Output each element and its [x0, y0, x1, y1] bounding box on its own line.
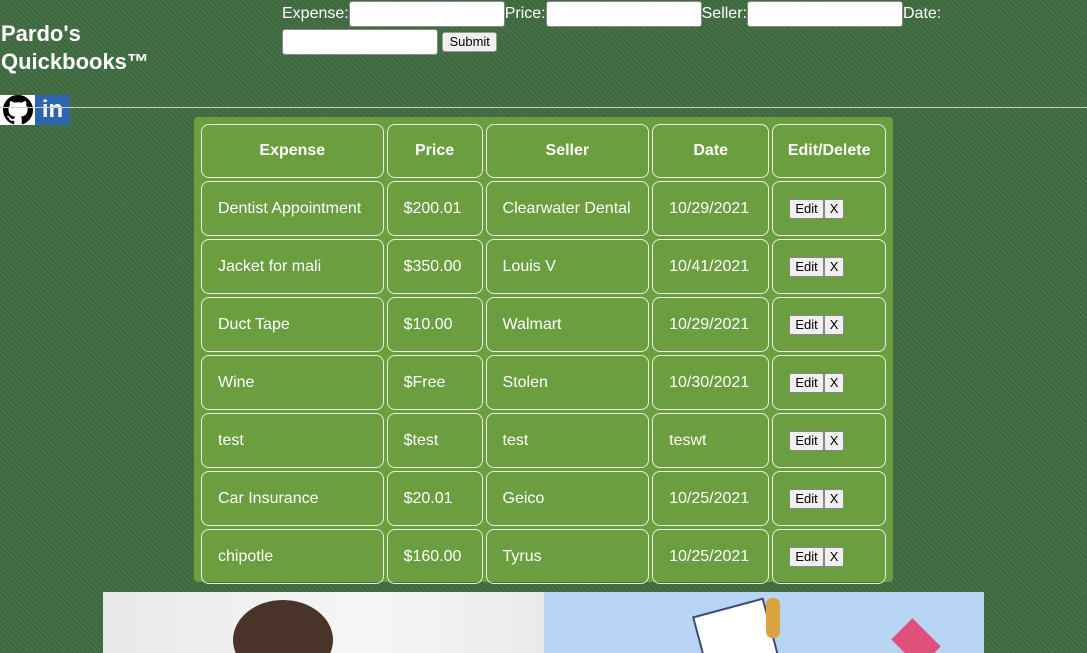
seller-cell: Walmart [485, 297, 650, 352]
delete-button[interactable]: X [823, 488, 845, 509]
expense-cell: Dentist Appointment [201, 181, 384, 236]
expense-cell: Jacket for mali [201, 239, 384, 294]
header-price: Price [386, 124, 483, 178]
github-icon[interactable] [0, 95, 35, 125]
expense-form: Expense: Price: Seller: Date: Submit [282, 0, 1082, 56]
table-row: Dentist Appointment $200.01 Clearwater Den… [201, 181, 886, 236]
expense-cell: test [201, 413, 384, 468]
date-cell: 10/29/2021 [652, 297, 770, 352]
seller-cell: test [485, 413, 650, 468]
actions-cell: Edit X [772, 413, 886, 468]
expense-table: Expense Price Seller Date Edit/Delete De… [198, 121, 889, 587]
header-date: Date [652, 124, 770, 178]
header-divider [0, 107, 1087, 108]
table-body: Dentist Appointment $200.01 Clearwater Den… [201, 181, 886, 584]
expense-input[interactable] [348, 0, 505, 27]
delete-button[interactable]: X [823, 198, 845, 219]
table-row: Car Insurance $20.01 Geico 10/25/2021 Edit X [201, 471, 886, 526]
seller-cell: Tyrus [485, 529, 650, 584]
date-cell: 10/30/2021 [652, 355, 770, 410]
price-label: Price: [504, 5, 546, 22]
price-cell: $Free [386, 355, 483, 410]
expense-cell: Wine [201, 355, 384, 410]
edit-button[interactable]: Edit [789, 430, 824, 451]
actions-cell: Edit X [772, 471, 886, 526]
footer-images [103, 592, 984, 653]
submit-button[interactable]: Submit [442, 31, 497, 52]
app-title: Pardo's Quickbooks™ [1, 21, 149, 74]
price-input[interactable] [545, 0, 702, 27]
table-row: chipotle $160.00 Tyrus 10/25/2021 Edit X [201, 529, 886, 584]
edit-button[interactable]: Edit [789, 546, 824, 567]
table-row: Jacket for mali $350.00 Louis V 10/41/2021 E… [201, 239, 886, 294]
seller-cell: Clearwater Dental [485, 181, 650, 236]
table-row: Duct Tape $10.00 Walmart 10/29/2021 Edit X [201, 297, 886, 352]
expense-cell: chipotle [201, 529, 384, 584]
seller-cell: Stolen [485, 355, 650, 410]
table-row: test $test test teswt Edit X [201, 413, 886, 468]
delete-button[interactable]: X [823, 546, 845, 567]
expense-label: Expense: [282, 5, 349, 22]
price-cell: $200.01 [386, 181, 483, 236]
date-cell: 10/29/2021 [652, 181, 770, 236]
date-input[interactable] [282, 28, 438, 55]
table-row: Wine $Free Stolen 10/30/2021 Edit X [201, 355, 886, 410]
edit-button[interactable]: Edit [789, 314, 824, 335]
social-links: in [0, 95, 70, 125]
seller-cell: Geico [485, 471, 650, 526]
price-cell: $test [386, 413, 483, 468]
actions-cell: Edit X [772, 181, 886, 236]
seller-input[interactable] [746, 0, 903, 27]
price-cell: $350.00 [386, 239, 483, 294]
date-cell: 10/41/2021 [652, 239, 770, 294]
date-cell: 10/25/2021 [652, 471, 770, 526]
seller-label: Seller: [701, 5, 747, 22]
price-cell: $20.01 [386, 471, 483, 526]
expense-cell: Duct Tape [201, 297, 384, 352]
expense-cell: Car Insurance [201, 471, 384, 526]
expense-table-container: Expense Price Seller Date Edit/Delete De… [194, 117, 893, 584]
delete-button[interactable]: X [823, 430, 845, 451]
actions-cell: Edit X [772, 355, 886, 410]
delete-button[interactable]: X [823, 372, 845, 393]
person-photo [103, 592, 544, 653]
date-label: Date: [902, 5, 942, 22]
date-cell: 10/25/2021 [652, 529, 770, 584]
price-cell: $160.00 [386, 529, 483, 584]
actions-cell: Edit X [772, 297, 886, 352]
actions-cell: Edit X [772, 529, 886, 584]
finance-illustration [544, 592, 984, 653]
edit-button[interactable]: Edit [789, 198, 824, 219]
actions-cell: Edit X [772, 239, 886, 294]
header-seller: Seller [485, 124, 650, 178]
edit-button[interactable]: Edit [789, 488, 824, 509]
delete-button[interactable]: X [823, 314, 845, 335]
date-cell: teswt [652, 413, 770, 468]
linkedin-icon[interactable]: in [35, 95, 70, 125]
price-cell: $10.00 [386, 297, 483, 352]
header-edit-delete: Edit/Delete [772, 124, 886, 178]
header-expense: Expense [201, 124, 384, 178]
seller-cell: Louis V [485, 239, 650, 294]
table-header-row: Expense Price Seller Date Edit/Delete [201, 124, 886, 178]
delete-button[interactable]: X [823, 256, 845, 277]
edit-button[interactable]: Edit [789, 372, 824, 393]
edit-button[interactable]: Edit [789, 256, 824, 277]
